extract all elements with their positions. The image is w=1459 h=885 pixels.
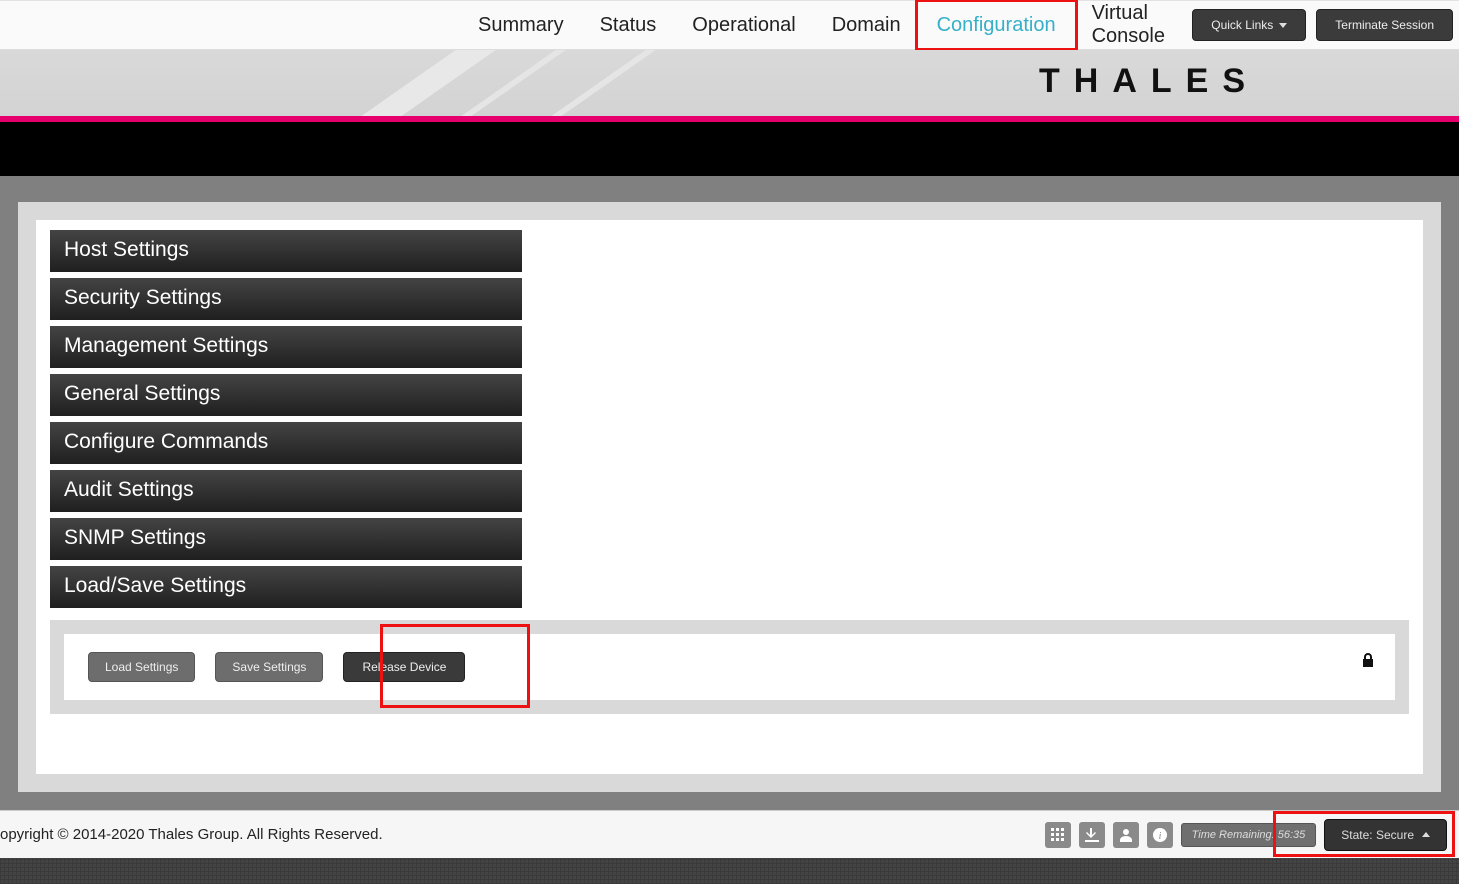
quick-links-label: Quick Links bbox=[1211, 18, 1273, 32]
footer-right: i Time Remaining: 56:35 State: Secure bbox=[1045, 819, 1447, 851]
tab-configuration[interactable]: Configuration bbox=[919, 1, 1074, 49]
copyright-text: opyright © 2014-2020 Thales Group. All R… bbox=[0, 826, 383, 843]
tab-virtual-console[interactable]: Virtual Console bbox=[1074, 1, 1193, 49]
grid-icon[interactable] bbox=[1045, 822, 1071, 848]
action-row: Load Settings Save Settings Release Devi… bbox=[64, 634, 1395, 700]
tab-summary[interactable]: Summary bbox=[460, 1, 582, 49]
release-device-button[interactable]: Release Device bbox=[343, 652, 465, 682]
state-label: State: Secure bbox=[1341, 828, 1414, 842]
state-secure-button[interactable]: State: Secure bbox=[1324, 819, 1447, 851]
action-row-container: Load Settings Save Settings Release Devi… bbox=[50, 620, 1409, 714]
svg-text:i: i bbox=[1158, 831, 1161, 842]
accordion-configure-commands[interactable]: Configure Commands bbox=[50, 422, 522, 464]
accordion-management-settings[interactable]: Management Settings bbox=[50, 326, 522, 368]
load-settings-button[interactable]: Load Settings bbox=[88, 652, 195, 682]
panel-outer: Host Settings Security Settings Manageme… bbox=[18, 202, 1441, 792]
save-settings-button[interactable]: Save Settings bbox=[215, 652, 323, 682]
time-remaining-chip: Time Remaining: 56:35 bbox=[1181, 823, 1317, 847]
user-icon[interactable] bbox=[1113, 822, 1139, 848]
info-icon[interactable]: i bbox=[1147, 822, 1173, 848]
accordion-general-settings[interactable]: General Settings bbox=[50, 374, 522, 416]
top-nav: Summary Status Operational Domain Config… bbox=[0, 0, 1459, 50]
black-bar bbox=[0, 122, 1459, 176]
tab-domain[interactable]: Domain bbox=[814, 1, 919, 49]
chevron-up-icon bbox=[1422, 832, 1430, 837]
accordion-load-save-settings[interactable]: Load/Save Settings bbox=[50, 566, 522, 608]
window-resize-grip bbox=[0, 858, 1459, 884]
download-icon[interactable] bbox=[1079, 822, 1105, 848]
accordion-snmp-settings[interactable]: SNMP Settings bbox=[50, 518, 522, 560]
brand-logo: THALES bbox=[1039, 62, 1259, 101]
accordion-security-settings[interactable]: Security Settings bbox=[50, 278, 522, 320]
tab-configuration-label: Configuration bbox=[937, 14, 1056, 37]
tab-operational[interactable]: Operational bbox=[674, 1, 813, 49]
accordion-host-settings[interactable]: Host Settings bbox=[50, 230, 522, 272]
accordion-audit-settings[interactable]: Audit Settings bbox=[50, 470, 522, 512]
tab-status[interactable]: Status bbox=[582, 1, 675, 49]
lock-icon bbox=[1361, 652, 1375, 673]
chevron-down-icon bbox=[1279, 23, 1287, 28]
settings-accordion: Host Settings Security Settings Manageme… bbox=[50, 230, 522, 608]
nav-tabs: Summary Status Operational Domain Config… bbox=[460, 1, 1192, 49]
terminate-session-button[interactable]: Terminate Session bbox=[1316, 9, 1453, 41]
quick-links-button[interactable]: Quick Links bbox=[1192, 9, 1306, 41]
panel-inner: Host Settings Security Settings Manageme… bbox=[36, 220, 1423, 774]
content-area: Host Settings Security Settings Manageme… bbox=[0, 176, 1459, 810]
brand-banner: THALES bbox=[0, 50, 1459, 116]
time-remaining-value: 56:35 bbox=[1278, 829, 1306, 841]
top-right-buttons: Quick Links Terminate Session bbox=[1192, 9, 1453, 41]
time-remaining-label: Time Remaining: bbox=[1192, 829, 1275, 841]
footer: opyright © 2014-2020 Thales Group. All R… bbox=[0, 810, 1459, 858]
